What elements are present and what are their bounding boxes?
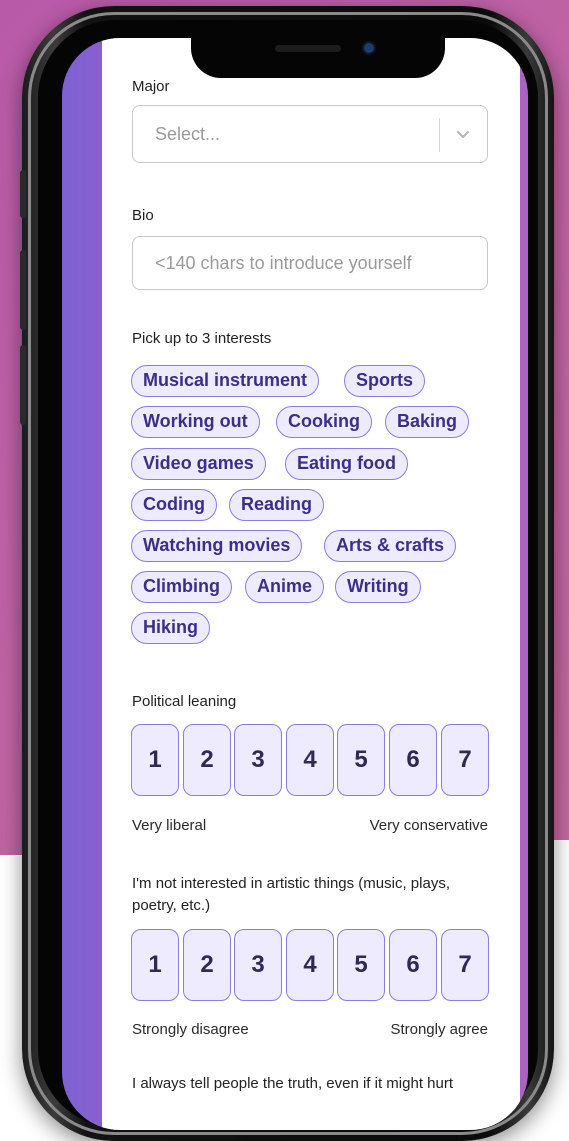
chip-video-games[interactable]: Video games: [131, 448, 266, 480]
political-option-3[interactable]: 3: [234, 724, 282, 796]
artistic-option-6[interactable]: 6: [389, 929, 437, 1001]
political-option-5[interactable]: 5: [337, 724, 385, 796]
major-select[interactable]: Select...: [132, 105, 488, 163]
political-option-4[interactable]: 4: [286, 724, 334, 796]
chip-coding[interactable]: Coding: [131, 489, 217, 521]
chip-working-out[interactable]: Working out: [131, 406, 260, 438]
chevron-down-icon[interactable]: [453, 124, 473, 144]
artistic-option-3[interactable]: 3: [234, 929, 282, 1001]
political-option-1[interactable]: 1: [131, 724, 179, 796]
front-camera: [364, 43, 374, 53]
major-select-placeholder: Select...: [155, 124, 221, 144]
truth-question: I always tell people the truth, even if …: [132, 1075, 453, 1092]
artistic-right-label: Strongly agree: [390, 1021, 488, 1038]
phone-notch: [191, 30, 445, 78]
volume-up-button: [20, 250, 26, 330]
artistic-option-1[interactable]: 1: [131, 929, 179, 1001]
bio-input[interactable]: [132, 236, 488, 290]
political-option-2[interactable]: 2: [183, 724, 231, 796]
political-leaning-label: Political leaning: [132, 693, 237, 710]
political-right-label: Very conservative: [369, 817, 488, 834]
artistic-scale: 1 2 3 4 5 6 7: [131, 929, 489, 1001]
chip-musical-instrument[interactable]: Musical instrument: [131, 365, 320, 397]
speaker-grille: [275, 45, 341, 52]
chip-anime[interactable]: Anime: [245, 571, 325, 603]
artistic-option-5[interactable]: 5: [337, 929, 385, 1001]
artistic-left-label: Strongly disagree: [132, 1021, 249, 1038]
political-scale: 1 2 3 4 5 6 7: [131, 724, 489, 796]
chip-hiking[interactable]: Hiking: [131, 612, 211, 644]
interests-label: Pick up to 3 interests: [132, 330, 272, 347]
chip-arts-crafts[interactable]: Arts & crafts: [324, 530, 457, 562]
chip-sports[interactable]: Sports: [344, 365, 426, 397]
chip-writing[interactable]: Writing: [335, 571, 421, 603]
political-option-6[interactable]: 6: [389, 724, 437, 796]
mute-switch: [20, 170, 26, 218]
chip-climbing[interactable]: Climbing: [131, 571, 232, 603]
major-label: Major: [132, 78, 170, 95]
artistic-option-4[interactable]: 4: [286, 929, 334, 1001]
chip-watching-movies[interactable]: Watching movies: [131, 530, 303, 562]
chip-baking[interactable]: Baking: [385, 406, 470, 438]
chip-cooking[interactable]: Cooking: [276, 406, 372, 438]
artistic-option-2[interactable]: 2: [183, 929, 231, 1001]
artistic-question: I'm not interested in artistic things (m…: [132, 875, 450, 914]
artistic-option-7[interactable]: 7: [441, 929, 489, 1001]
political-option-7[interactable]: 7: [441, 724, 489, 796]
chip-reading[interactable]: Reading: [229, 489, 325, 521]
volume-down-button: [20, 345, 26, 425]
political-left-label: Very liberal: [132, 817, 207, 834]
bio-label: Bio: [132, 207, 154, 224]
chip-eating-food[interactable]: Eating food: [285, 448, 408, 480]
select-separator: [439, 118, 440, 152]
